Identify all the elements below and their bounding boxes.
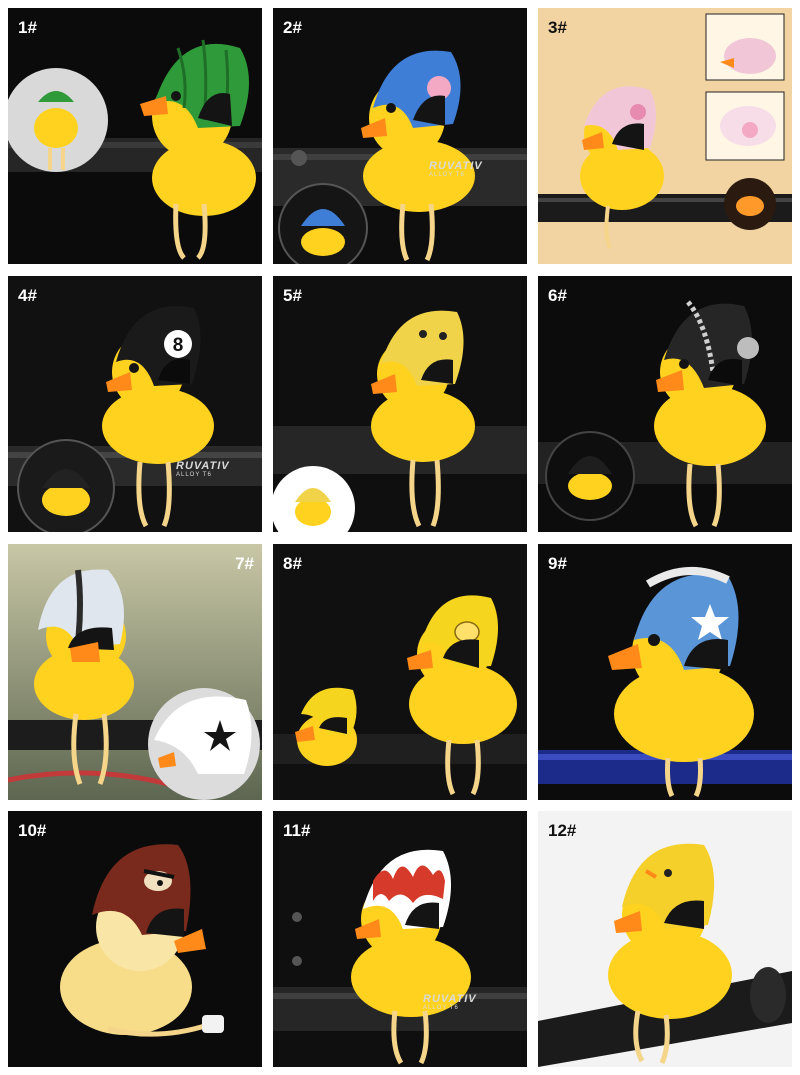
duck-photo-6 bbox=[538, 276, 792, 532]
product-tile-1[interactable]: 1# bbox=[8, 8, 262, 264]
handlebar-brand-text: RUVATIV ALLOY T6 bbox=[176, 460, 230, 478]
product-number-label: 2# bbox=[283, 18, 302, 37]
product-number-label: 3# bbox=[548, 18, 567, 37]
product-tile-2[interactable]: RUVATIV ALLOY T6 2# bbox=[273, 8, 527, 264]
product-grid: 1# RUVATIV ALLOY T6 2# 3# 8 RUVATIV ALLO… bbox=[8, 8, 792, 1067]
duck-photo-9 bbox=[538, 544, 792, 800]
product-number-label: 1# bbox=[18, 18, 37, 37]
product-tile-7[interactable]: 7# bbox=[8, 544, 262, 800]
duck-photo-8 bbox=[273, 544, 527, 800]
product-number-label: 4# bbox=[18, 286, 37, 305]
duck-photo-11 bbox=[273, 811, 527, 1067]
product-tile-8[interactable]: 8# bbox=[273, 544, 527, 800]
product-number-label: 9# bbox=[548, 554, 567, 573]
product-tile-12[interactable]: 12# bbox=[538, 811, 792, 1067]
product-number-label: 10# bbox=[18, 821, 47, 840]
duck-photo-2 bbox=[273, 8, 527, 264]
duck-photo-12 bbox=[538, 811, 792, 1067]
duck-photo-1 bbox=[8, 8, 262, 264]
duck-photo-10 bbox=[8, 811, 262, 1067]
product-tile-3[interactable]: 3# bbox=[538, 8, 792, 264]
product-number-label: 11# bbox=[283, 821, 311, 840]
product-number-label: 5# bbox=[283, 286, 302, 305]
product-tile-11[interactable]: RUVATIV ALLOY T6 11# bbox=[273, 811, 527, 1067]
product-number-label: 7# bbox=[235, 554, 254, 573]
product-tile-5[interactable]: 5# bbox=[273, 276, 527, 532]
product-tile-6[interactable]: 6# bbox=[538, 276, 792, 532]
duck-photo-5 bbox=[273, 276, 527, 532]
duck-photo-7 bbox=[8, 544, 262, 800]
product-number-label: 12# bbox=[548, 821, 577, 840]
product-tile-4[interactable]: 8 RUVATIV ALLOY T6 4# bbox=[8, 276, 262, 532]
handlebar-brand-text: RUVATIV ALLOY T6 bbox=[429, 160, 483, 178]
duck-photo-3 bbox=[538, 8, 792, 264]
product-tile-10[interactable]: 10# bbox=[8, 811, 262, 1067]
duck-photo-4: 8 bbox=[8, 276, 262, 532]
handlebar-brand-text: RUVATIV ALLOY T6 bbox=[423, 993, 477, 1011]
product-tile-9[interactable]: 9# bbox=[538, 544, 792, 800]
product-number-label: 8# bbox=[283, 554, 302, 573]
ball-number: 8 bbox=[173, 335, 184, 356]
product-number-label: 6# bbox=[548, 286, 567, 305]
